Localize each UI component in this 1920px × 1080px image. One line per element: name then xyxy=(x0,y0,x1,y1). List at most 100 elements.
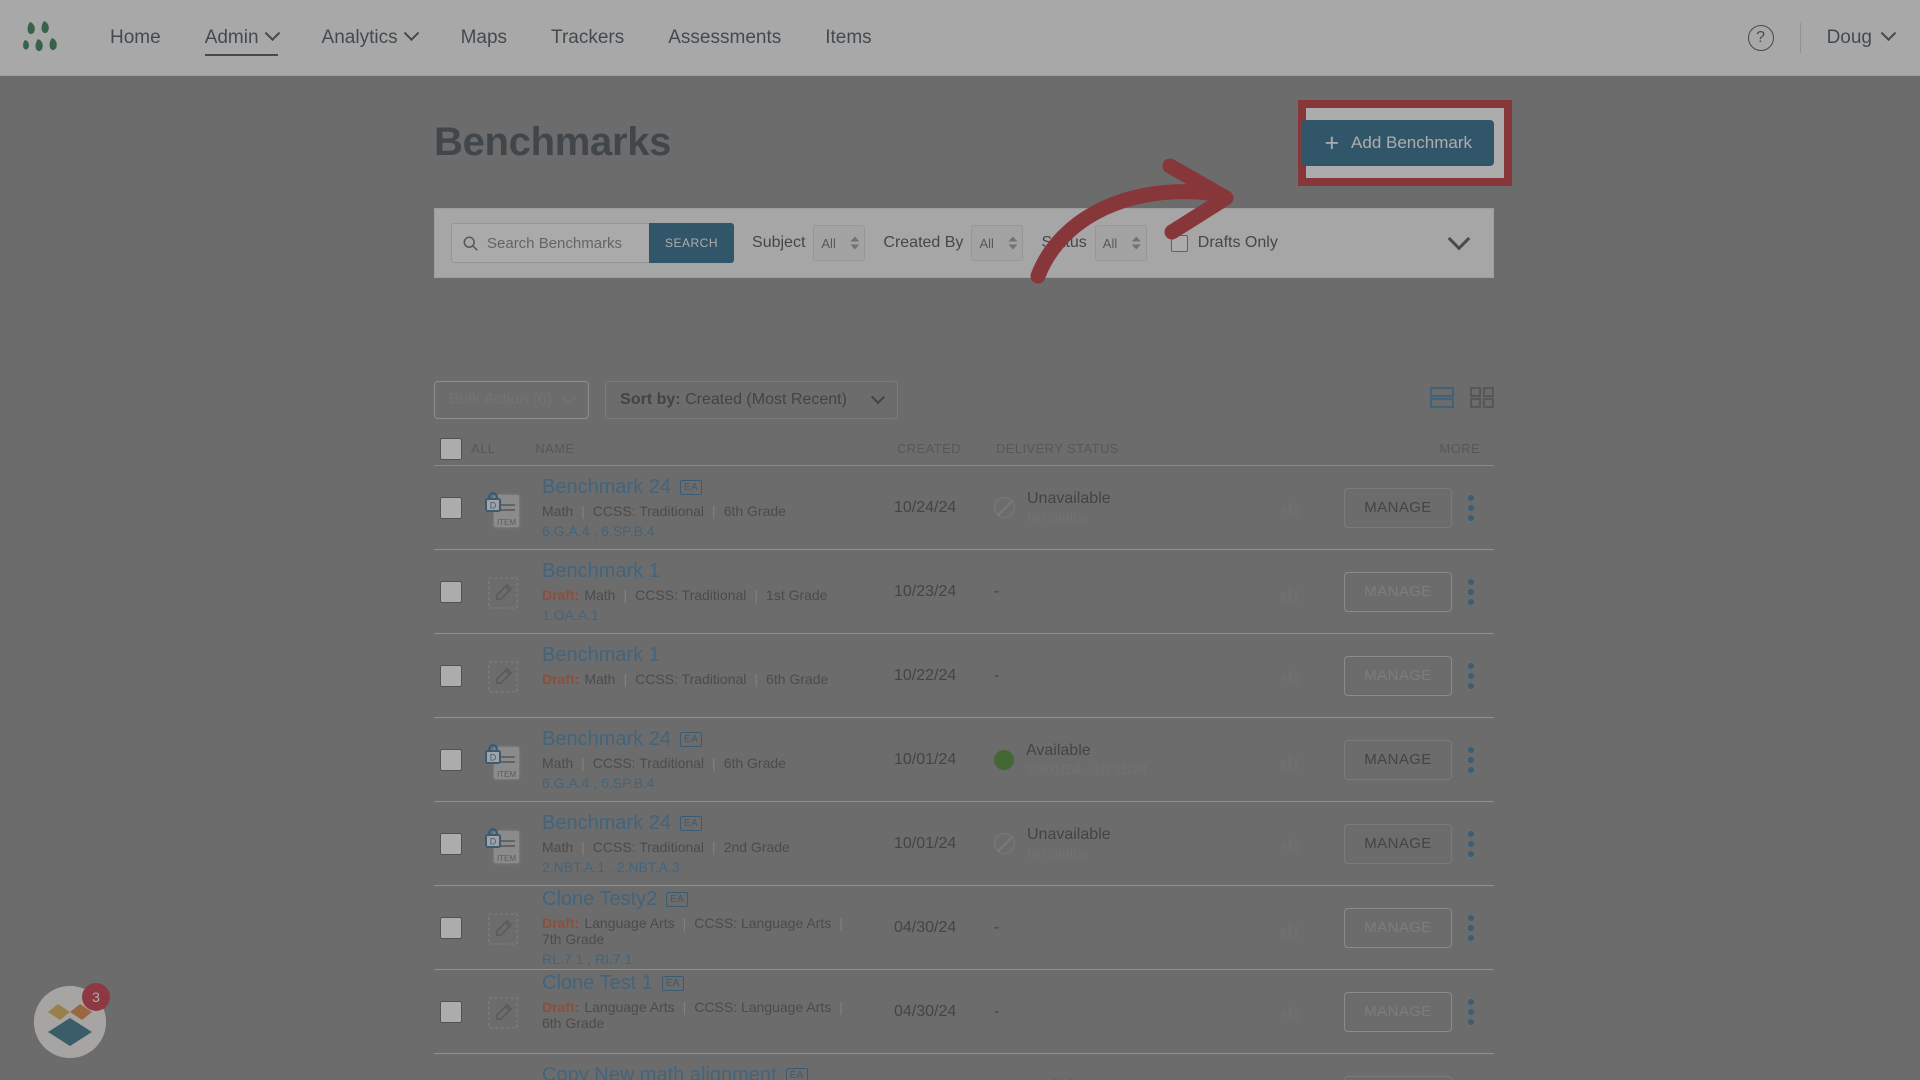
row-more-menu-icon[interactable] xyxy=(1468,578,1474,605)
draft-pencil-icon xyxy=(488,576,518,609)
user-menu[interactable]: Doug xyxy=(1826,25,1897,49)
bulk-action-button[interactable]: Bulk Action (0) xyxy=(434,381,590,419)
benchmark-name-text: Copy New math alignment xyxy=(542,1064,777,1080)
benchmark-name-link[interactable]: Clone Testy2 EA xyxy=(542,888,902,911)
nav-item-assessments[interactable]: Assessments xyxy=(646,0,803,76)
results-chart-icon[interactable] xyxy=(1279,1002,1301,1022)
results-chart-icon[interactable] xyxy=(1279,666,1301,686)
leaf-logo[interactable] xyxy=(22,18,66,58)
manage-button[interactable]: MANAGE xyxy=(1344,823,1452,864)
results-chart-icon[interactable] xyxy=(1279,582,1301,602)
results-chart-icon[interactable] xyxy=(1279,750,1301,770)
row-more-menu-icon[interactable] xyxy=(1468,914,1474,941)
row-more-menu-icon[interactable] xyxy=(1468,662,1474,689)
row-more-menu-icon[interactable] xyxy=(1468,998,1474,1025)
meta-divider: | xyxy=(581,755,585,771)
row-standards[interactable]: RL.7.1 , RI.7.1 xyxy=(542,951,902,967)
table-row[interactable]: ITEM D Benchmark 24 EA Math | CCSS: Tradit… xyxy=(434,802,1494,886)
row-standards[interactable]: 6.G.A.4 , 6.SP.B.4 xyxy=(542,523,902,539)
subject-select[interactable]: All xyxy=(813,225,866,261)
row-checkbox[interactable] xyxy=(440,916,462,939)
search-button[interactable]: SEARCH xyxy=(649,223,735,263)
row-more-menu-icon[interactable] xyxy=(1468,746,1474,773)
support-widget[interactable]: 3 xyxy=(34,983,110,1058)
manage-button[interactable]: MANAGE xyxy=(1344,571,1452,612)
row-standards[interactable]: 2.NBT.A.1 , 2.NBT.A.3 xyxy=(542,859,902,875)
row-subject: Language Arts xyxy=(584,915,675,931)
row-checkbox[interactable] xyxy=(440,1000,462,1023)
row-checkbox[interactable] xyxy=(440,664,462,687)
results-chart-icon[interactable] xyxy=(1279,834,1301,854)
row-meta: Draft: Language Arts | CCSS: Language Arts |… xyxy=(542,915,902,947)
table-row[interactable]: ITEM D Benchmark 24 EA Math | CCSS: Tradit… xyxy=(434,718,1494,802)
table-row[interactable]: Clone Test 1 EA Draft: Language Arts | CCSS… xyxy=(434,970,1494,1054)
select-all-checkbox[interactable] xyxy=(440,437,462,460)
nav-item-items[interactable]: Items xyxy=(803,0,893,76)
row-standards[interactable]: 6.G.A.4 , 6.SP.B.4 xyxy=(542,775,902,791)
nav-item-home[interactable]: Home xyxy=(88,0,183,76)
results-chart-icon[interactable] xyxy=(1279,1002,1301,1022)
results-chart-icon[interactable] xyxy=(1279,750,1301,770)
checkbox-box xyxy=(1170,234,1188,252)
table-row[interactable]: Benchmark 1 Draft: Math | CCSS: Traditional… xyxy=(434,634,1494,718)
nav-label: Admin xyxy=(204,26,259,48)
drafts-only-checkbox[interactable]: Drafts Only xyxy=(1170,234,1278,252)
manage-button[interactable]: MANAGE xyxy=(1344,655,1452,696)
manage-button[interactable]: MANAGE xyxy=(1344,991,1452,1032)
row-framework: CCSS: Traditional xyxy=(592,839,705,855)
meta-divider: | xyxy=(754,587,759,603)
row-more-menu-icon[interactable] xyxy=(1468,830,1474,857)
row-created-date: 10/22/24 xyxy=(894,666,957,684)
results-chart-icon[interactable] xyxy=(1279,918,1301,938)
nav-item-admin[interactable]: Admin xyxy=(183,0,300,76)
row-standards[interactable]: 1.OA.A.1 xyxy=(542,607,902,623)
nav-label: Home xyxy=(110,26,161,48)
nav-item-maps[interactable]: Maps xyxy=(439,0,529,76)
results-chart-icon[interactable] xyxy=(1279,666,1301,686)
row-checkbox[interactable] xyxy=(440,748,462,771)
search-input[interactable] xyxy=(487,234,637,252)
results-chart-icon[interactable] xyxy=(1279,498,1301,518)
manage-button[interactable]: MANAGE xyxy=(1344,1075,1452,1080)
row-standards[interactable]: No Standard xyxy=(542,691,902,707)
benchmark-name-link[interactable]: Benchmark 24 EA xyxy=(542,728,902,751)
status-select[interactable]: All xyxy=(1094,225,1147,261)
nav-item-trackers[interactable]: Trackers xyxy=(529,0,646,76)
table-row[interactable]: ITEM D Copy New math alignment EA Math|C… xyxy=(434,1054,1494,1080)
table-row[interactable]: ITEM D Benchmark 24 EA Math | CCSS: Tradit… xyxy=(434,466,1494,550)
table-row[interactable]: Benchmark 1 Draft: Math | CCSS: Traditional… xyxy=(434,550,1494,634)
benchmark-name-link[interactable]: Benchmark 1 xyxy=(542,644,902,667)
manage-button[interactable]: MANAGE xyxy=(1344,487,1452,528)
grid-view-icon[interactable] xyxy=(1469,386,1495,413)
results-chart-icon[interactable] xyxy=(1279,498,1301,518)
benchmark-name-link[interactable]: Clone Test 1 EA xyxy=(542,972,902,995)
list-view-icon[interactable] xyxy=(1429,386,1455,413)
row-more-menu-icon[interactable] xyxy=(1468,494,1474,521)
expand-filters-chevron-down-icon[interactable] xyxy=(1447,227,1471,251)
results-chart-icon[interactable] xyxy=(1279,918,1301,938)
nav-item-analytics[interactable]: Analytics xyxy=(300,0,439,76)
row-standards[interactable]: No Standard xyxy=(542,1035,902,1051)
add-benchmark-button[interactable]: + Add Benchmark xyxy=(1302,120,1494,166)
spinner-arrows-icon xyxy=(850,237,858,250)
benchmark-name-link[interactable]: Benchmark 1 xyxy=(542,560,902,583)
row-status: Unavailable No Status xyxy=(994,489,1111,527)
benchmark-name-link[interactable]: Benchmark 24 EA xyxy=(542,812,902,835)
table-row[interactable]: Clone Testy2 EA Draft: Language Arts | CCSS… xyxy=(434,886,1494,970)
row-subject: Math xyxy=(542,503,574,519)
row-checkbox[interactable] xyxy=(440,832,462,855)
row-checkbox[interactable] xyxy=(440,580,462,603)
row-checkbox[interactable] xyxy=(440,496,462,519)
user-name-label: Doug xyxy=(1826,26,1872,48)
results-chart-icon[interactable] xyxy=(1279,834,1301,854)
results-chart-icon[interactable] xyxy=(1279,582,1301,602)
search-box[interactable] xyxy=(451,223,649,263)
manage-button[interactable]: MANAGE xyxy=(1344,739,1452,780)
created-by-select[interactable]: All xyxy=(971,225,1024,261)
draft-flag: Draft: xyxy=(542,999,580,1015)
benchmark-name-link[interactable]: Benchmark 24 EA xyxy=(542,476,902,499)
benchmark-name-link[interactable]: Copy New math alignment EA xyxy=(542,1064,902,1080)
sort-by-button[interactable]: Sort by: Created (Most Recent) xyxy=(605,381,898,419)
manage-button[interactable]: MANAGE xyxy=(1344,907,1452,948)
help-icon[interactable]: ? xyxy=(1747,24,1774,51)
